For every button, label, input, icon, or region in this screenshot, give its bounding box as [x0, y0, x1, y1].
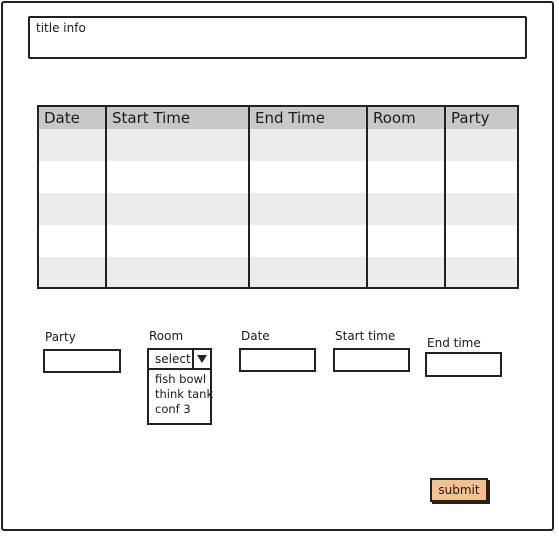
- submit-button[interactable]: submit: [430, 478, 488, 502]
- header-end-time: End Time: [255, 109, 325, 127]
- room-label: Room: [149, 329, 184, 343]
- start-time-input[interactable]: [333, 348, 410, 372]
- header-start-time: Start Time: [112, 109, 191, 127]
- header-date: Date: [44, 109, 80, 127]
- title-info-text: title info: [36, 21, 86, 35]
- column-divider: [248, 107, 250, 287]
- end-time-input[interactable]: [425, 352, 502, 377]
- title-info-box[interactable]: title info: [28, 16, 527, 59]
- room-dropdown-list: fish bowl think tank conf 3: [147, 370, 213, 425]
- room-option-conf-3[interactable]: conf 3: [149, 402, 210, 417]
- chevron-down-icon: [197, 355, 207, 363]
- dropdown-button[interactable]: [192, 350, 210, 368]
- bookings-table: Date Start Time End Time Room Party: [37, 105, 519, 289]
- room-select-value: select: [155, 352, 191, 366]
- party-input[interactable]: [43, 349, 121, 373]
- end-time-label: End time: [427, 336, 481, 350]
- header-party: Party: [451, 109, 490, 127]
- party-label: Party: [45, 330, 76, 344]
- column-divider: [105, 107, 107, 287]
- column-divider: [444, 107, 446, 287]
- room-option-think-tank[interactable]: think tank: [149, 387, 213, 402]
- room-option-fish-bowl[interactable]: fish bowl: [149, 372, 210, 387]
- date-label: Date: [241, 329, 270, 343]
- column-divider: [366, 107, 368, 287]
- header-room: Room: [373, 109, 416, 127]
- room-select[interactable]: select: [147, 348, 212, 370]
- start-time-label: Start time: [335, 329, 396, 343]
- date-input[interactable]: [239, 348, 316, 372]
